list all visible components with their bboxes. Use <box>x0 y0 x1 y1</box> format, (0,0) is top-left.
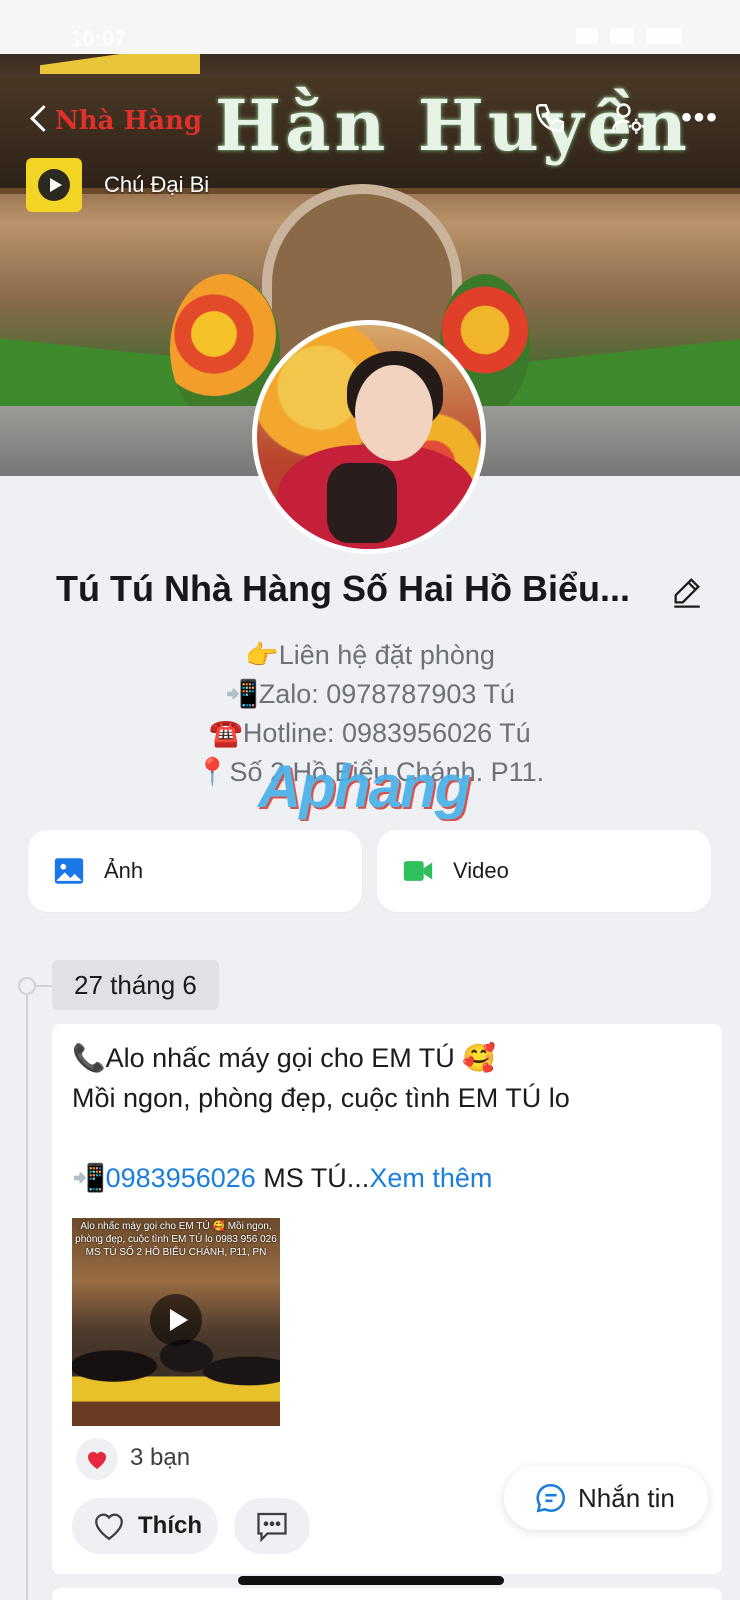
status-icons <box>576 28 696 46</box>
post-date: 27 tháng 6 <box>52 960 219 1010</box>
post-line-blank <box>72 1118 702 1158</box>
see-more-link[interactable]: Xem thêm <box>369 1163 492 1193</box>
videos-button[interactable]: Video <box>377 830 711 912</box>
send-message-button[interactable]: Nhắn tin <box>504 1466 708 1530</box>
post-line-1: 📞Alo nhấc máy gọi cho EM TÚ 🥰 <box>72 1043 496 1073</box>
video-play-icon[interactable] <box>150 1294 202 1346</box>
heart-icon <box>88 1452 106 1469</box>
cover-sign-left: Nhà Hàng <box>55 106 203 136</box>
reaction-summary[interactable] <box>76 1438 118 1480</box>
profile-settings-button[interactable] <box>608 98 648 138</box>
more-icon: ••• <box>681 101 719 134</box>
timeline-line <box>26 986 28 1600</box>
post-line-phone: 📲0983956026 MS TÚ...Xem thêm <box>72 1158 702 1198</box>
like-label: Thích <box>138 1512 202 1539</box>
profile-name: Tú Tú Nhà Hàng Số Hai Hồ Biểu... <box>56 568 631 609</box>
next-post-card[interactable] <box>52 1588 722 1600</box>
comment-icon <box>257 1512 287 1543</box>
photos-label: Ảnh <box>104 858 144 883</box>
timeline-dot <box>18 977 36 995</box>
play-icon <box>38 169 70 201</box>
like-button[interactable]: Thích <box>72 1498 218 1554</box>
video-caption: Alo nhấc máy gọi cho EM TÚ 🥰 Mồi ngon, p… <box>75 1221 277 1258</box>
more-options-button[interactable]: ••• <box>680 98 720 138</box>
edit-name-button[interactable] <box>670 574 704 608</box>
post-line-2: Mồi ngon, phòng đẹp, cuộc tình EM TÚ lo <box>72 1083 570 1113</box>
avatar-top <box>327 463 397 543</box>
phone-prefix-emoji: 📲 <box>72 1163 106 1193</box>
post-video-thumbnail[interactable]: Alo nhấc máy gọi cho EM TÚ 🥰 Mồi ngon, p… <box>72 1218 280 1426</box>
wifi-icon <box>610 28 634 44</box>
photos-button[interactable]: Ảnh <box>28 830 362 912</box>
bio-line: 👉Liên hệ đặt phòng <box>245 640 495 670</box>
profile-music[interactable]: Chú Đại Bi <box>26 158 209 212</box>
music-title: Chú Đại Bi <box>104 172 210 197</box>
reaction-count[interactable]: 3 bạn <box>130 1444 190 1472</box>
chat-bubble-icon <box>536 1483 566 1513</box>
post-text[interactable]: 📞Alo nhấc máy gọi cho EM TÚ 🥰 Mồi ngon, … <box>72 1038 702 1198</box>
watermark-logo: Aphang <box>258 753 471 820</box>
phone-icon <box>535 103 565 133</box>
videos-label: Video <box>453 858 509 883</box>
user-settings-icon <box>611 103 644 134</box>
call-button[interactable] <box>530 98 570 138</box>
home-indicator <box>238 1576 504 1585</box>
music-thumbnail <box>26 158 82 212</box>
bio-line: ☎️Hotline: 0983956026 Tú <box>209 718 531 748</box>
pencil-icon <box>674 578 700 608</box>
avatar[interactable] <box>252 320 486 554</box>
avatar-face <box>355 365 433 461</box>
back-button[interactable] <box>22 100 58 136</box>
battery-icon <box>646 28 682 44</box>
bio-line: 📲Zalo: 0978787903 Tú <box>225 679 515 709</box>
send-message-label: Nhắn tin <box>578 1482 675 1513</box>
video-camera-icon <box>403 861 433 881</box>
heart-outline-icon <box>95 1513 123 1541</box>
signal-icon <box>576 28 598 44</box>
post-phone-link[interactable]: 0983956026 <box>106 1163 256 1193</box>
comment-button[interactable] <box>234 1498 310 1554</box>
post-phone-suffix: MS TÚ... <box>255 1163 370 1193</box>
status-time: 10:07 <box>70 26 127 51</box>
photo-icon <box>54 858 84 884</box>
